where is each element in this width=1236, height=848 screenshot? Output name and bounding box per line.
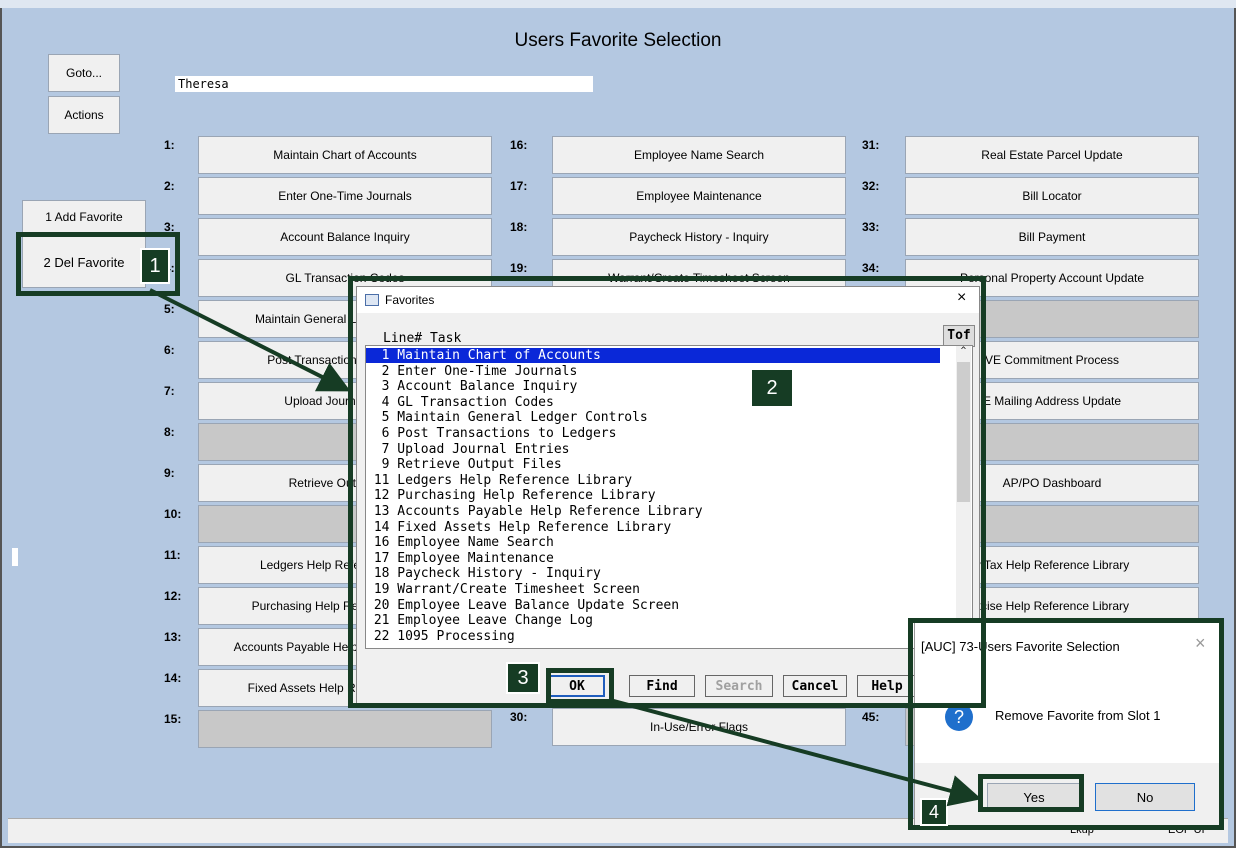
arrow-2 (609, 698, 982, 807)
annotation-arrows (149, 288, 982, 807)
arrow-1 (149, 288, 351, 392)
